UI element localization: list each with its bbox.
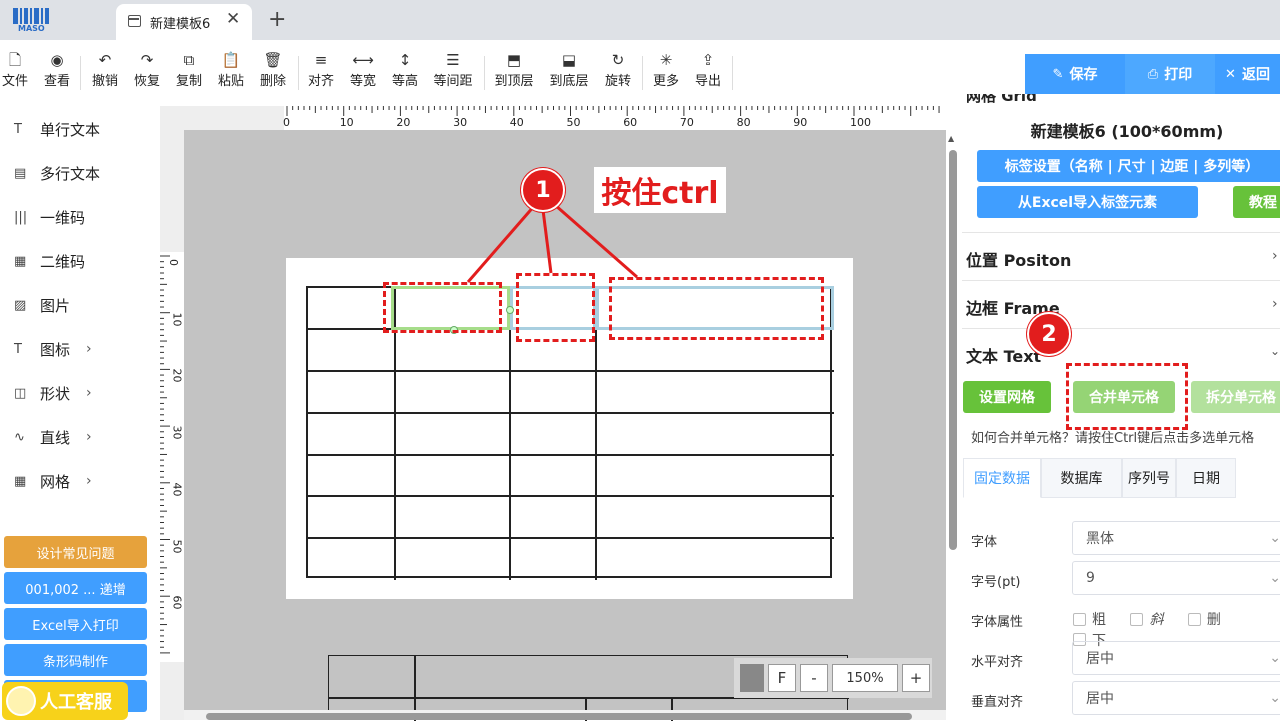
font-label: 字体 bbox=[971, 535, 998, 550]
tab-date[interactable]: 日期 bbox=[1176, 458, 1236, 498]
tab-fixed-data[interactable]: 固定数据 bbox=[963, 458, 1041, 498]
valign-label: 垂直对齐 bbox=[971, 695, 1024, 710]
size-label: 字号(pt) bbox=[971, 575, 1021, 590]
bold-checkbox[interactable]: 粗 bbox=[1073, 609, 1106, 629]
annotation-badge-2: 2 bbox=[1027, 312, 1071, 356]
grid-heading: 网格 Grid bbox=[966, 94, 1037, 105]
scroll-thumb[interactable] bbox=[949, 150, 957, 550]
divider bbox=[962, 280, 1280, 281]
chevron-down-icon: ⌄ bbox=[1269, 690, 1280, 706]
split-cells-button[interactable]: 拆分单元格 bbox=[1191, 381, 1280, 413]
font-select[interactable]: 黑体 ⌄ bbox=[1072, 521, 1280, 555]
tab-serial[interactable]: 序列号 bbox=[1122, 458, 1176, 498]
halign-value: 居中 bbox=[1086, 651, 1114, 667]
valign-select[interactable]: 居中 ⌄ bbox=[1072, 681, 1280, 715]
divider bbox=[962, 328, 1280, 329]
strike-checkbox[interactable]: 删 bbox=[1187, 609, 1221, 629]
excel-import-button[interactable]: 从Excel导入标签元素 bbox=[977, 186, 1198, 218]
ctrl-hint-note: 按住ctrl bbox=[594, 167, 726, 213]
chevron-down-icon[interactable]: ⌄ bbox=[1270, 344, 1280, 358]
scroll-thumb[interactable] bbox=[206, 713, 912, 720]
halign-label: 水平对齐 bbox=[971, 655, 1024, 670]
vertical-scrollbar[interactable]: ▲ bbox=[946, 130, 962, 720]
valign-value: 居中 bbox=[1086, 691, 1114, 707]
annotation-box bbox=[1066, 363, 1188, 430]
zoom-in-button[interactable]: + bbox=[902, 664, 930, 692]
italic-checkbox[interactable]: 斜 bbox=[1130, 609, 1163, 629]
fit-button[interactable]: F bbox=[768, 664, 796, 692]
set-grid-button[interactable]: 设置网格 bbox=[963, 381, 1051, 413]
size-value: 9 bbox=[1086, 570, 1095, 586]
chevron-right-icon[interactable]: › bbox=[1272, 248, 1278, 264]
zoom-out-button[interactable]: - bbox=[800, 664, 828, 692]
zoom-level-input[interactable]: 150% bbox=[832, 664, 898, 692]
chevron-right-icon[interactable]: › bbox=[1272, 296, 1278, 312]
zoom-swatch[interactable] bbox=[740, 664, 764, 692]
horizontal-scrollbar[interactable] bbox=[184, 710, 946, 720]
zoom-bar: F - 150% + bbox=[734, 658, 932, 698]
halign-select[interactable]: 居中 ⌄ bbox=[1072, 641, 1280, 675]
style-label: 字体属性 bbox=[971, 615, 1024, 630]
chevron-down-icon: ⌄ bbox=[1269, 530, 1280, 546]
template-title: 新建模板6 (100*60mm) bbox=[1030, 122, 1224, 141]
tab-database[interactable]: 数据库 bbox=[1041, 458, 1122, 498]
text-section[interactable]: 文本 Text bbox=[966, 343, 1041, 367]
tutorial-button[interactable]: 教程 bbox=[1233, 186, 1280, 218]
label-settings-button[interactable]: 标签设置（名称 | 尺寸 | 边距 | 多列等） bbox=[977, 150, 1280, 182]
chevron-down-icon: ⌄ bbox=[1269, 570, 1280, 586]
chevron-down-icon: ⌄ bbox=[1269, 650, 1280, 666]
scroll-up-icon[interactable]: ▲ bbox=[948, 134, 954, 143]
merge-hint: 如何合并单元格？请按住Ctrl键后点击多选单元格 bbox=[971, 431, 1255, 446]
font-size-select[interactable]: 9 ⌄ bbox=[1072, 561, 1280, 595]
divider bbox=[962, 232, 1280, 233]
font-value: 黑体 bbox=[1086, 531, 1114, 547]
position-section[interactable]: 位置 Positon bbox=[966, 247, 1071, 271]
annotation-badge-1: 1 bbox=[521, 168, 565, 212]
